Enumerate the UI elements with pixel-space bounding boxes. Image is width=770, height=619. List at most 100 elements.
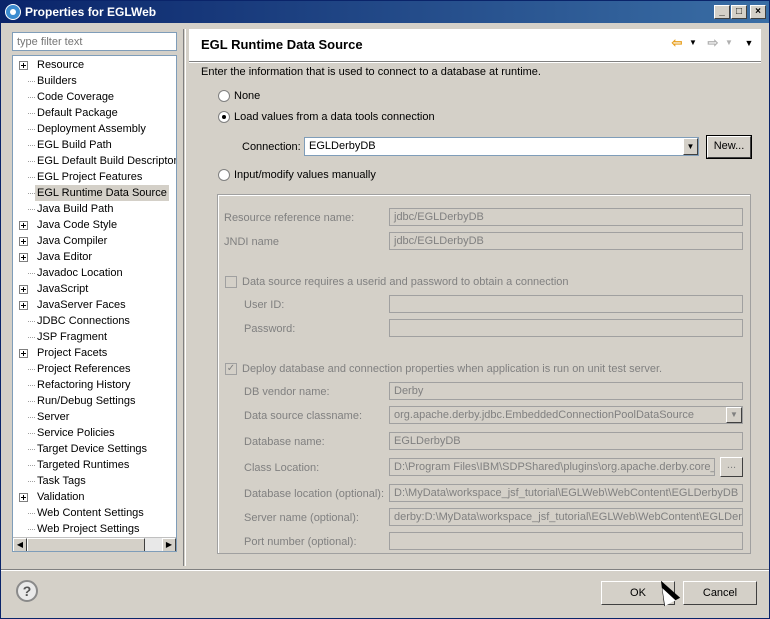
expand-plus-icon[interactable] <box>19 253 28 262</box>
db-name-field[interactable]: EGLDerbyDB <box>389 432 743 450</box>
radio-manual[interactable] <box>218 169 230 181</box>
tree-item[interactable]: Default Package <box>13 105 176 121</box>
maximize-button[interactable]: □ <box>731 5 747 19</box>
tree-item-label: Refactoring History <box>37 379 131 391</box>
tree-item[interactable]: EGL Build Path <box>13 137 176 153</box>
expand-plus-icon[interactable] <box>19 237 28 246</box>
tree-item[interactable]: Run/Debug Settings <box>13 393 176 409</box>
tree-item[interactable]: EGL Default Build Descriptors <box>13 153 176 169</box>
tree-item[interactable]: Code Coverage <box>13 89 176 105</box>
chevron-down-icon[interactable]: ▼ <box>726 407 742 423</box>
tree-connector <box>28 273 35 274</box>
tree-item-label: Project Facets <box>37 347 108 359</box>
connection-combo[interactable]: EGLDerbyDB ▼ <box>304 137 699 156</box>
class-location-field[interactable]: D:\Program Files\IBM\SDPShared\plugins\o… <box>389 458 715 476</box>
tree-item[interactable]: JavaScript <box>13 281 176 297</box>
forward-dropdown-icon[interactable]: ▼ <box>724 35 734 51</box>
radio-load-label: Load values from a data tools connection <box>234 111 435 123</box>
scroll-thumb[interactable] <box>27 538 145 551</box>
radio-load-values[interactable] <box>218 111 230 123</box>
user-id-field[interactable] <box>389 295 743 313</box>
db-location-field[interactable]: D:\MyData\workspace_jsf_tutorial\EGLWeb\… <box>389 484 743 502</box>
db-name-label: Database name: <box>244 436 325 448</box>
port-number-field[interactable] <box>389 532 743 550</box>
tree-item[interactable]: Target Device Settings <box>13 441 176 457</box>
radio-manual-label: Input/modify values manually <box>234 169 376 181</box>
tree-item[interactable]: Web Content Settings <box>13 505 176 521</box>
tree-item[interactable]: EGL Project Features <box>13 169 176 185</box>
resource-ref-field[interactable]: jdbc/EGLDerbyDB <box>389 208 743 226</box>
tree-connector <box>28 337 35 338</box>
tree-item-label: EGL Default Build Descriptors <box>37 155 177 167</box>
tree-item-label: Resource <box>37 59 85 71</box>
expand-plus-icon[interactable] <box>19 285 28 294</box>
tree-item[interactable]: JSP Fragment <box>13 329 176 345</box>
tree-item[interactable]: Validation <box>13 489 176 505</box>
back-arrow-icon[interactable]: ⇦ <box>669 35 685 51</box>
tree-connector <box>28 177 35 178</box>
password-field[interactable] <box>389 319 743 337</box>
expand-plus-icon[interactable] <box>19 61 28 70</box>
expand-plus-icon[interactable] <box>19 221 28 230</box>
tree-item[interactable]: Javadoc Location <box>13 265 176 281</box>
page-title: EGL Runtime Data Source <box>201 37 363 52</box>
tree-item[interactable]: Java Code Style <box>13 217 176 233</box>
tree-item[interactable]: Project References <box>13 361 176 377</box>
help-icon[interactable]: ? <box>16 580 38 602</box>
tree-item-label: Web Content Settings <box>37 507 144 519</box>
tree-item[interactable]: Targeted Runtimes <box>13 457 176 473</box>
server-name-field[interactable]: derby:D:\MyData\workspace_jsf_tutorial\E… <box>389 508 743 526</box>
tree-connector <box>28 449 35 450</box>
view-menu-icon[interactable]: ▼ <box>743 35 755 51</box>
forward-arrow-icon[interactable]: ⇨ <box>705 35 721 51</box>
tree-item[interactable]: JDBC Connections <box>13 313 176 329</box>
tree-item[interactable]: Java Editor <box>13 249 176 265</box>
expand-plus-icon[interactable] <box>19 349 28 358</box>
tree-connector <box>28 129 35 130</box>
back-dropdown-icon[interactable]: ▼ <box>688 35 698 51</box>
tree-item[interactable]: Task Tags <box>13 473 176 489</box>
tree-connector <box>28 529 35 530</box>
radio-none[interactable] <box>218 90 230 102</box>
browse-button[interactable]: ... <box>720 457 743 477</box>
jndi-field[interactable]: jdbc/EGLDerbyDB <box>389 232 743 250</box>
minimize-button[interactable]: _ <box>714 5 730 19</box>
tree-item[interactable]: Web Project Settings <box>13 521 176 537</box>
tree-item[interactable]: EGL Runtime Data Source <box>13 185 176 201</box>
tree-item-label: Java Build Path <box>37 203 114 215</box>
tree-item-label: Task Tags <box>37 475 86 487</box>
tree-item[interactable]: Java Build Path <box>13 201 176 217</box>
tree-item[interactable]: Server <box>13 409 176 425</box>
auth-checkbox[interactable] <box>225 276 237 288</box>
ds-class-combo[interactable]: org.apache.derby.jdbc.EmbeddedConnection… <box>389 406 743 424</box>
tree-item[interactable]: Project Facets <box>13 345 176 361</box>
expand-plus-icon[interactable] <box>19 493 28 502</box>
tree-item[interactable]: JavaServer Faces <box>13 297 176 313</box>
tree-item[interactable]: Java Compiler <box>13 233 176 249</box>
tree-connector <box>28 145 35 146</box>
tree-item[interactable]: Refactoring History <box>13 377 176 393</box>
db-vendor-field[interactable]: Derby <box>389 382 743 400</box>
scroll-right-icon[interactable]: ▶ <box>162 538 176 551</box>
tree-connector <box>28 161 35 162</box>
filter-input[interactable] <box>12 32 177 51</box>
tree-item[interactable]: Resource <box>13 57 176 73</box>
chevron-down-icon[interactable]: ▼ <box>683 138 698 155</box>
tree-item-label: Javadoc Location <box>37 267 123 279</box>
tree-connector <box>28 513 35 514</box>
tree-item[interactable]: Builders <box>13 73 176 89</box>
deploy-checkbox[interactable]: ✓ <box>225 363 237 375</box>
tree-horizontal-scrollbar[interactable]: ◀ ▶ <box>13 537 176 551</box>
sash[interactable] <box>183 29 186 566</box>
tree-item-label: Code Coverage <box>37 91 115 103</box>
property-page-tree[interactable]: Resource Builders Code Coverage Default Pac… <box>12 55 177 552</box>
expand-plus-icon[interactable] <box>19 301 28 310</box>
tree-item[interactable]: Deployment Assembly <box>13 121 176 137</box>
close-button[interactable]: × <box>750 5 766 19</box>
tree-item[interactable]: Service Policies <box>13 425 176 441</box>
tree-connector <box>28 81 35 82</box>
resource-ref-label: Resource reference name: <box>224 212 355 224</box>
scroll-left-icon[interactable]: ◀ <box>13 538 27 551</box>
cancel-button[interactable]: Cancel <box>683 581 757 605</box>
new-connection-button[interactable]: New... <box>706 135 752 159</box>
